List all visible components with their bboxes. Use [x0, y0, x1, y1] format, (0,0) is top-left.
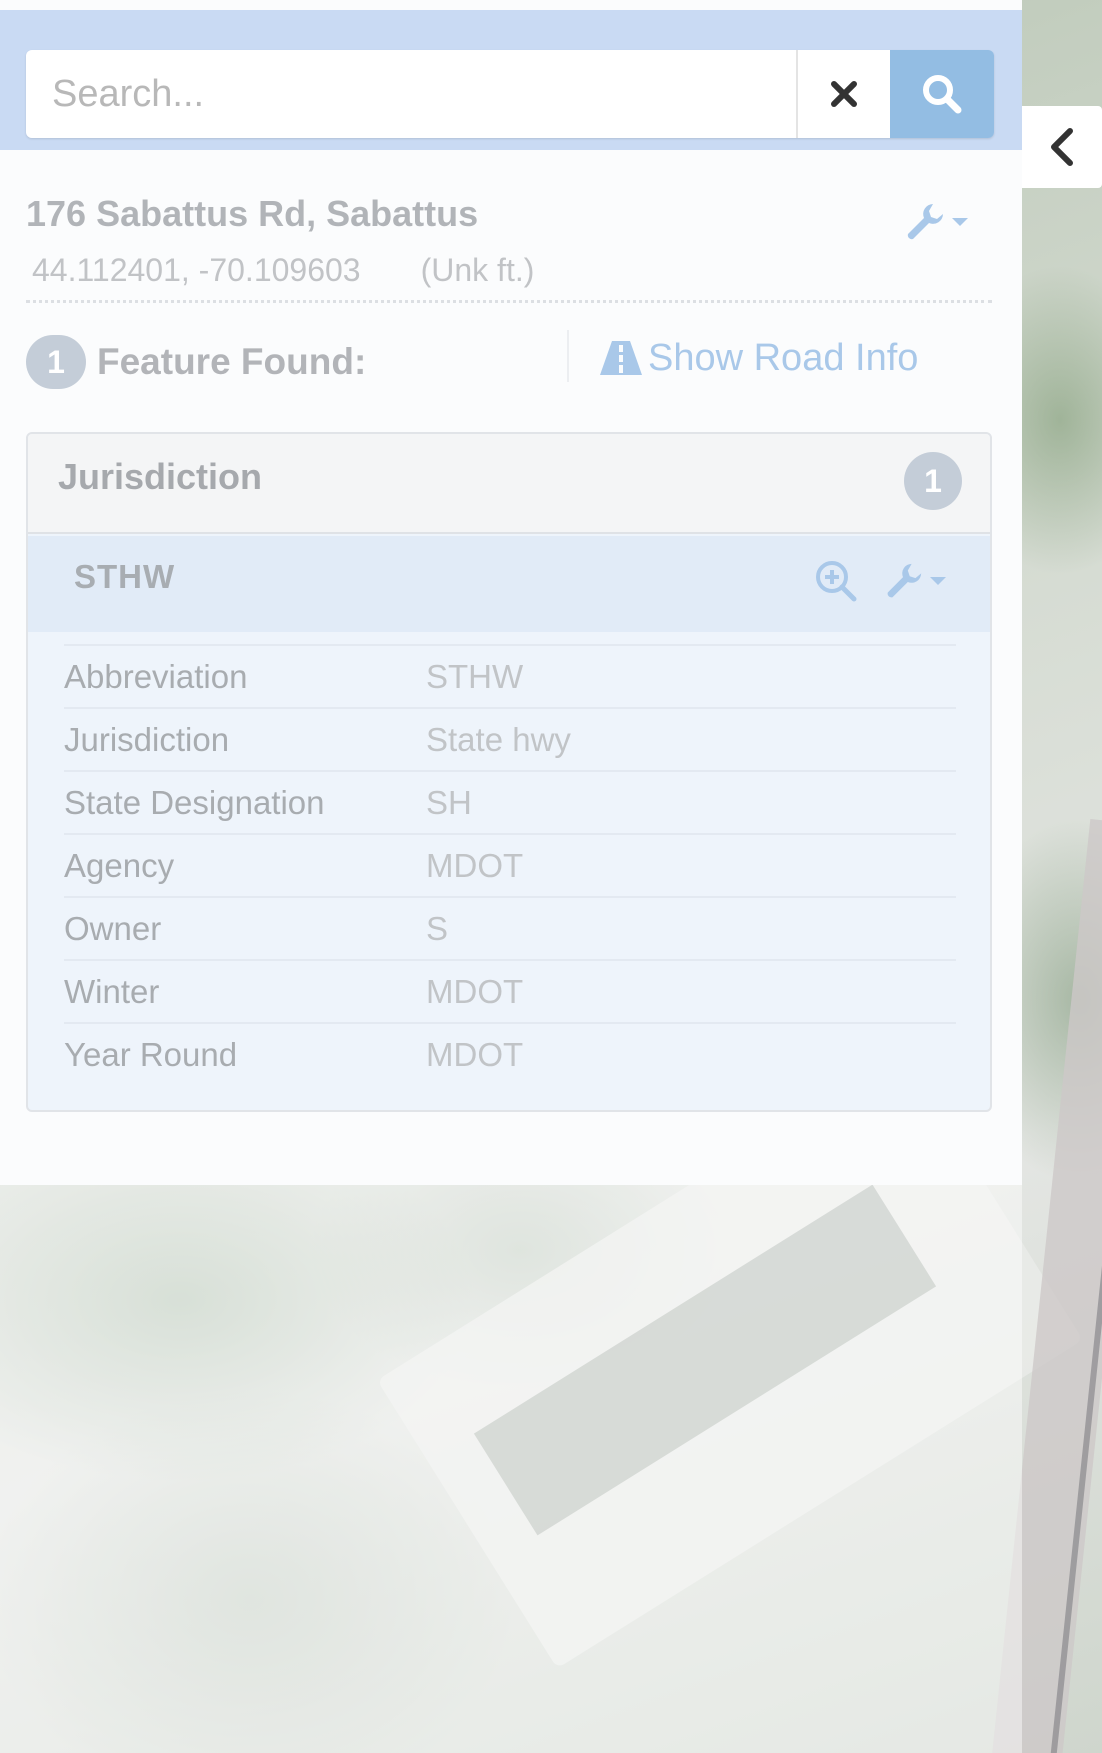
coordinates-value: 44.112401, -70.109603 [32, 252, 361, 288]
location-address: 176 Sabattus Rd, Sabattus [26, 193, 479, 234]
attribute-row: Agency MDOT [64, 833, 956, 896]
feature-count-badge: 1 [26, 335, 86, 389]
show-road-info-link[interactable]: Show Road Info [598, 330, 918, 386]
collapse-panel-button[interactable] [1022, 106, 1102, 188]
zoom-in-icon[interactable] [813, 558, 859, 604]
attribute-value: MDOT [426, 846, 524, 884]
feature-found-label: Feature Found: [97, 341, 367, 382]
attribute-row: Jurisdiction State hwy [64, 707, 956, 770]
feature-summary: 1 Feature Found: [26, 334, 366, 390]
search-input[interactable] [26, 50, 796, 138]
attribute-row: Year Round MDOT [64, 1022, 956, 1085]
attribute-label: Owner [64, 909, 162, 947]
feature-item-title: STHW [74, 558, 176, 595]
attribute-value: MDOT [426, 972, 524, 1010]
attribute-label: Winter [64, 972, 160, 1010]
chevron-left-icon [1048, 127, 1076, 167]
jurisdiction-count-badge: 1 [904, 452, 962, 510]
info-panel: 176 Sabattus Rd, Sabattus 44.112401, -70… [0, 0, 1022, 1185]
attribute-label: State Designation [64, 783, 325, 821]
wrench-icon [903, 200, 947, 244]
feature-item-tools [813, 558, 947, 604]
attribute-label: Agency [64, 846, 175, 884]
feature-item-header[interactable]: STHW [28, 536, 990, 632]
location-tools-dropdown[interactable] [903, 200, 969, 244]
attribute-table: Abbreviation STHW Jurisdiction State hwy… [64, 644, 956, 1085]
attribute-row: Winter MDOT [64, 959, 956, 1022]
show-road-info-label: Show Road Info [648, 336, 919, 379]
search-button[interactable] [890, 50, 994, 138]
attribute-value: MDOT [426, 1035, 524, 1073]
divider [26, 300, 992, 303]
caret-down-icon [929, 575, 947, 587]
clear-search-button[interactable] [796, 50, 890, 138]
attribute-label: Abbreviation [64, 657, 248, 695]
search-group [26, 50, 994, 138]
location-coordinates: 44.112401, -70.109603 (Unk ft.) [32, 252, 534, 289]
jurisdiction-card-header[interactable]: Jurisdiction 1 [28, 434, 990, 534]
vertical-divider [567, 330, 569, 382]
attribute-value: S [426, 909, 449, 947]
attribute-row: State Designation SH [64, 770, 956, 833]
jurisdiction-card-title: Jurisdiction [58, 456, 263, 497]
attribute-label: Jurisdiction [64, 720, 230, 758]
close-icon [829, 79, 859, 109]
road-icon [598, 339, 644, 377]
attribute-label: Year Round [64, 1035, 238, 1073]
jurisdiction-card: Jurisdiction 1 STHW Abbreviation STHW Ju… [26, 432, 992, 1112]
attribute-row: Abbreviation STHW [64, 644, 956, 707]
attribute-value: STHW [426, 657, 524, 695]
elevation-value: (Unk ft.) [420, 252, 535, 288]
attribute-value: SH [426, 783, 472, 821]
search-icon [920, 72, 964, 116]
feature-tools-dropdown[interactable] [883, 560, 947, 602]
search-bar [0, 10, 1022, 150]
attribute-value: State hwy [426, 720, 571, 758]
caret-down-icon [951, 216, 969, 228]
attribute-row: Owner S [64, 896, 956, 959]
wrench-icon [883, 560, 925, 602]
